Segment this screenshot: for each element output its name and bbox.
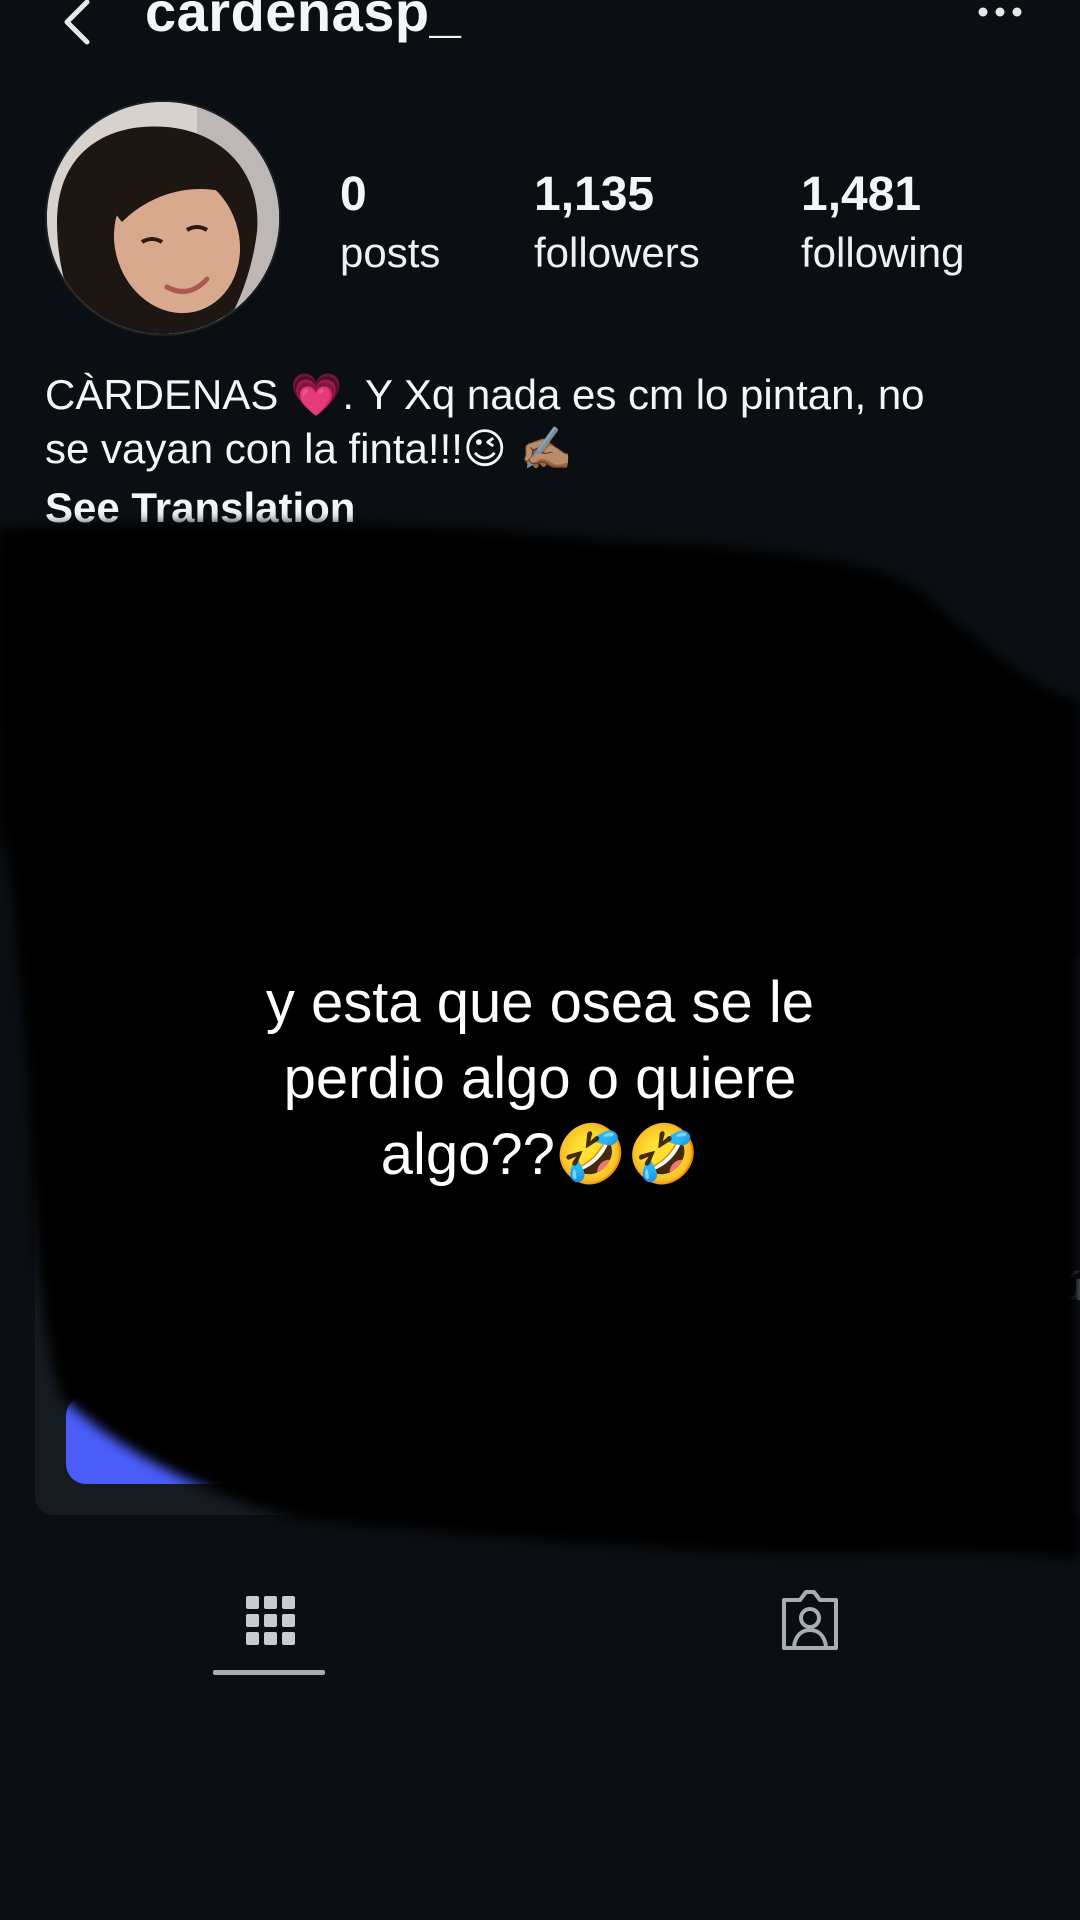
profile-username: cardenasp_ (145, 0, 462, 43)
side-card-text: ús (1060, 1265, 1080, 1309)
posts-label: posts (340, 229, 441, 276)
top-bar: cardenasp_ (0, 0, 1080, 60)
follow-button[interactable]: Fo (66, 1396, 586, 1484)
bio-line2-text: se vayan con la finta!!! (45, 425, 463, 472)
suggested-heading: Su (45, 875, 92, 917)
bio-name: CÀRDENAS (45, 371, 279, 418)
posts-number: 0 (340, 168, 367, 221)
more-options-icon[interactable] (975, 0, 1025, 28)
following-label: following (801, 229, 965, 276)
followers-count[interactable]: 1,135 followers (534, 165, 700, 281)
grid-icon[interactable] (230, 1580, 310, 1660)
bio-line1-text: . Y Xq nada es cm lo pintan, no (342, 371, 925, 418)
avatar[interactable] (45, 100, 281, 336)
back-icon[interactable] (55, 0, 99, 52)
video-caption: y esta que osea se le perdio algo o quie… (265, 970, 815, 1187)
following-count[interactable]: 1,481 following (801, 165, 964, 281)
following-number: 1,481 (801, 168, 922, 221)
heart-emoji: 💗 (290, 370, 343, 419)
active-tab-indicator (213, 1670, 325, 1675)
avatar-photo (47, 102, 279, 334)
tagged-icon[interactable] (770, 1580, 850, 1660)
followed-by-text: ollowed by margariitaa25 (180, 590, 682, 637)
bio-emojis: 😉 ✍🏽 (462, 424, 573, 473)
followers-label: followers (534, 229, 700, 276)
posts-count: 0 posts (340, 165, 440, 281)
see-translation-link[interactable]: See Translation (45, 480, 355, 536)
profile-bio: CÀRDENAS 💗. Y Xq nada es cm lo pintan, n… (45, 368, 1035, 476)
followers-number: 1,135 (534, 168, 655, 221)
